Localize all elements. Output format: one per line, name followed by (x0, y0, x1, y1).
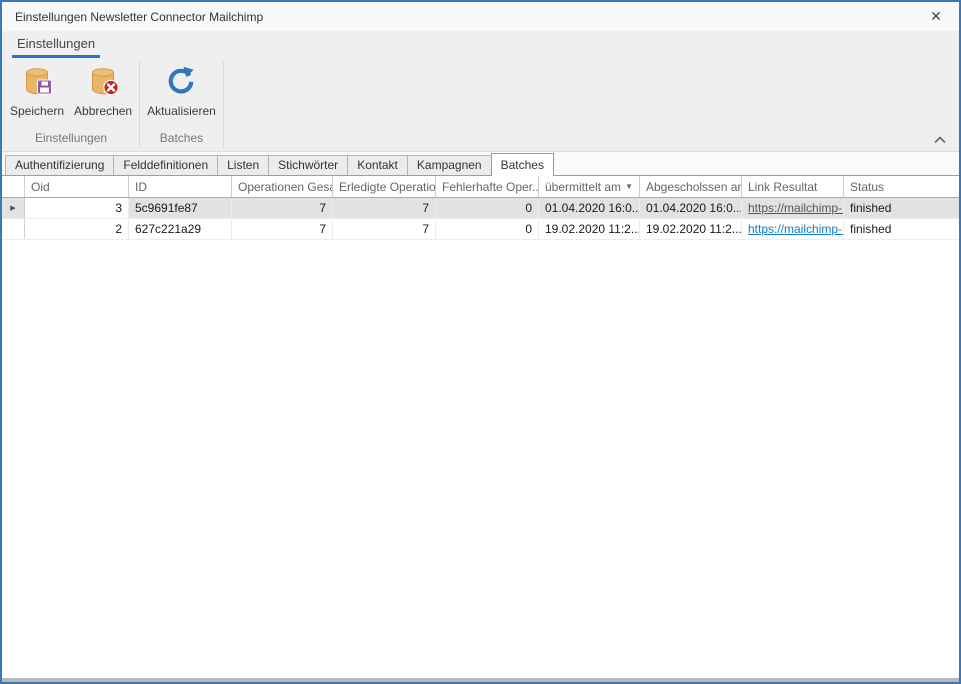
column-header-status[interactable]: Status (844, 176, 959, 197)
tab-stichwoerter[interactable]: Stichwörter (268, 155, 348, 175)
ribbon-group-separator (223, 61, 224, 148)
column-header-abgeschlossen-am[interactable]: Abgescholssen am (640, 176, 742, 197)
column-header-link-resultat[interactable]: Link Resultat (742, 176, 844, 197)
header-row-indicator (2, 176, 25, 197)
cell-fehlerhafte-operationen[interactable]: 0 (436, 219, 539, 239)
window-title: Einstellungen Newsletter Connector Mailc… (15, 10, 919, 24)
settings-window: Einstellungen Newsletter Connector Mailc… (0, 0, 961, 684)
tab-batches[interactable]: Batches (491, 153, 554, 176)
cell-id[interactable]: 5c9691fe87 (129, 198, 232, 218)
column-header-uebermittelt-am[interactable]: übermittelt am ▼ (539, 176, 640, 197)
sort-desc-icon: ▼ (621, 182, 633, 191)
result-link[interactable]: https://mailchimp-... (748, 222, 844, 236)
column-header-oid[interactable]: Oid (25, 176, 129, 197)
abbrechen-label: Abbrechen (74, 104, 132, 118)
table-row[interactable]: ▶ 3 5c9691fe87 7 7 0 01.04.2020 16:0... … (2, 198, 959, 219)
cell-fehlerhafte-operationen[interactable]: 0 (436, 198, 539, 218)
title-bar: Einstellungen Newsletter Connector Mailc… (2, 2, 959, 31)
database-cancel-icon (87, 65, 119, 97)
tab-listen[interactable]: Listen (217, 155, 269, 175)
window-bottom-strip (2, 678, 959, 682)
cell-status[interactable]: finished (844, 219, 959, 239)
tab-authentifizierung[interactable]: Authentifizierung (5, 155, 114, 175)
close-icon[interactable]: ✕ (919, 5, 953, 29)
cell-status[interactable]: finished (844, 198, 959, 218)
column-header-erledigte-operationen[interactable]: Erledigte Operatio... (333, 176, 436, 197)
batches-grid: Oid ID Operationen Gesa... Erledigte Ope… (2, 176, 959, 240)
cell-oid[interactable]: 3 (25, 198, 129, 218)
refresh-icon (165, 65, 197, 97)
ribbon-collapse-button[interactable] (932, 134, 948, 146)
cell-operationen-gesamt[interactable]: 7 (232, 198, 333, 218)
ribbon-group-einstellungen: Speichern Abbrechen (5, 58, 137, 151)
aktualisieren-label: Aktualisieren (147, 104, 216, 118)
ribbon-tab-row: Einstellungen (2, 31, 959, 58)
cell-erledigte-operationen[interactable]: 7 (333, 219, 436, 239)
cell-link-resultat: https://mailchimp-... (742, 219, 844, 239)
cell-uebermittelt-am[interactable]: 19.02.2020 11:2... (539, 219, 640, 239)
ribbon-group-batches: Aktualisieren Batches (142, 58, 221, 151)
table-row[interactable]: 2 627c221a29 7 7 0 19.02.2020 11:2... 19… (2, 219, 959, 240)
grid-empty-area (2, 240, 959, 678)
column-header-fehlerhafte-operationen[interactable]: Fehlerhafte Oper... (436, 176, 539, 197)
row-indicator-cell[interactable]: ▶ (2, 198, 25, 218)
speichern-button[interactable]: Speichern (5, 63, 69, 118)
cell-abgeschlossen-am[interactable]: 01.04.2020 16:0... (640, 198, 742, 218)
tab-kontakt[interactable]: Kontakt (347, 155, 408, 175)
ribbon-group-label-einstellungen: Einstellungen (5, 130, 137, 151)
aktualisieren-button[interactable]: Aktualisieren (142, 63, 221, 118)
cell-uebermittelt-am[interactable]: 01.04.2020 16:0... (539, 198, 640, 218)
row-indicator-cell[interactable] (2, 219, 25, 239)
ribbon: Speichern Abbrechen (2, 58, 959, 152)
ribbon-group-label-batches: Batches (142, 130, 221, 151)
chevron-up-icon (934, 131, 946, 149)
grid-header-row: Oid ID Operationen Gesa... Erledigte Ope… (2, 176, 959, 198)
cell-operationen-gesamt[interactable]: 7 (232, 219, 333, 239)
cell-oid[interactable]: 2 (25, 219, 129, 239)
speichern-label: Speichern (10, 104, 64, 118)
column-header-operationen-gesamt[interactable]: Operationen Gesa... (232, 176, 333, 197)
column-header-uebermittelt-am-label: übermittelt am (545, 180, 621, 194)
row-indicator-icon: ▶ (10, 204, 15, 212)
abbrechen-button[interactable]: Abbrechen (69, 63, 137, 118)
ribbon-group-separator (139, 61, 140, 148)
cell-id[interactable]: 627c221a29 (129, 219, 232, 239)
cell-abgeschlossen-am[interactable]: 19.02.2020 11:2... (640, 219, 742, 239)
cell-link-resultat: https://mailchimp-... (742, 198, 844, 218)
column-header-id[interactable]: ID (129, 176, 232, 197)
cell-erledigte-operationen[interactable]: 7 (333, 198, 436, 218)
ribbon-tab-einstellungen[interactable]: Einstellungen (12, 34, 100, 58)
tab-kampagnen[interactable]: Kampagnen (407, 155, 492, 175)
result-link[interactable]: https://mailchimp-... (748, 201, 844, 215)
page-tab-strip: Authentifizierung Felddefinitionen Liste… (2, 152, 959, 176)
database-save-icon (21, 65, 53, 97)
tab-felddefinitionen[interactable]: Felddefinitionen (113, 155, 218, 175)
